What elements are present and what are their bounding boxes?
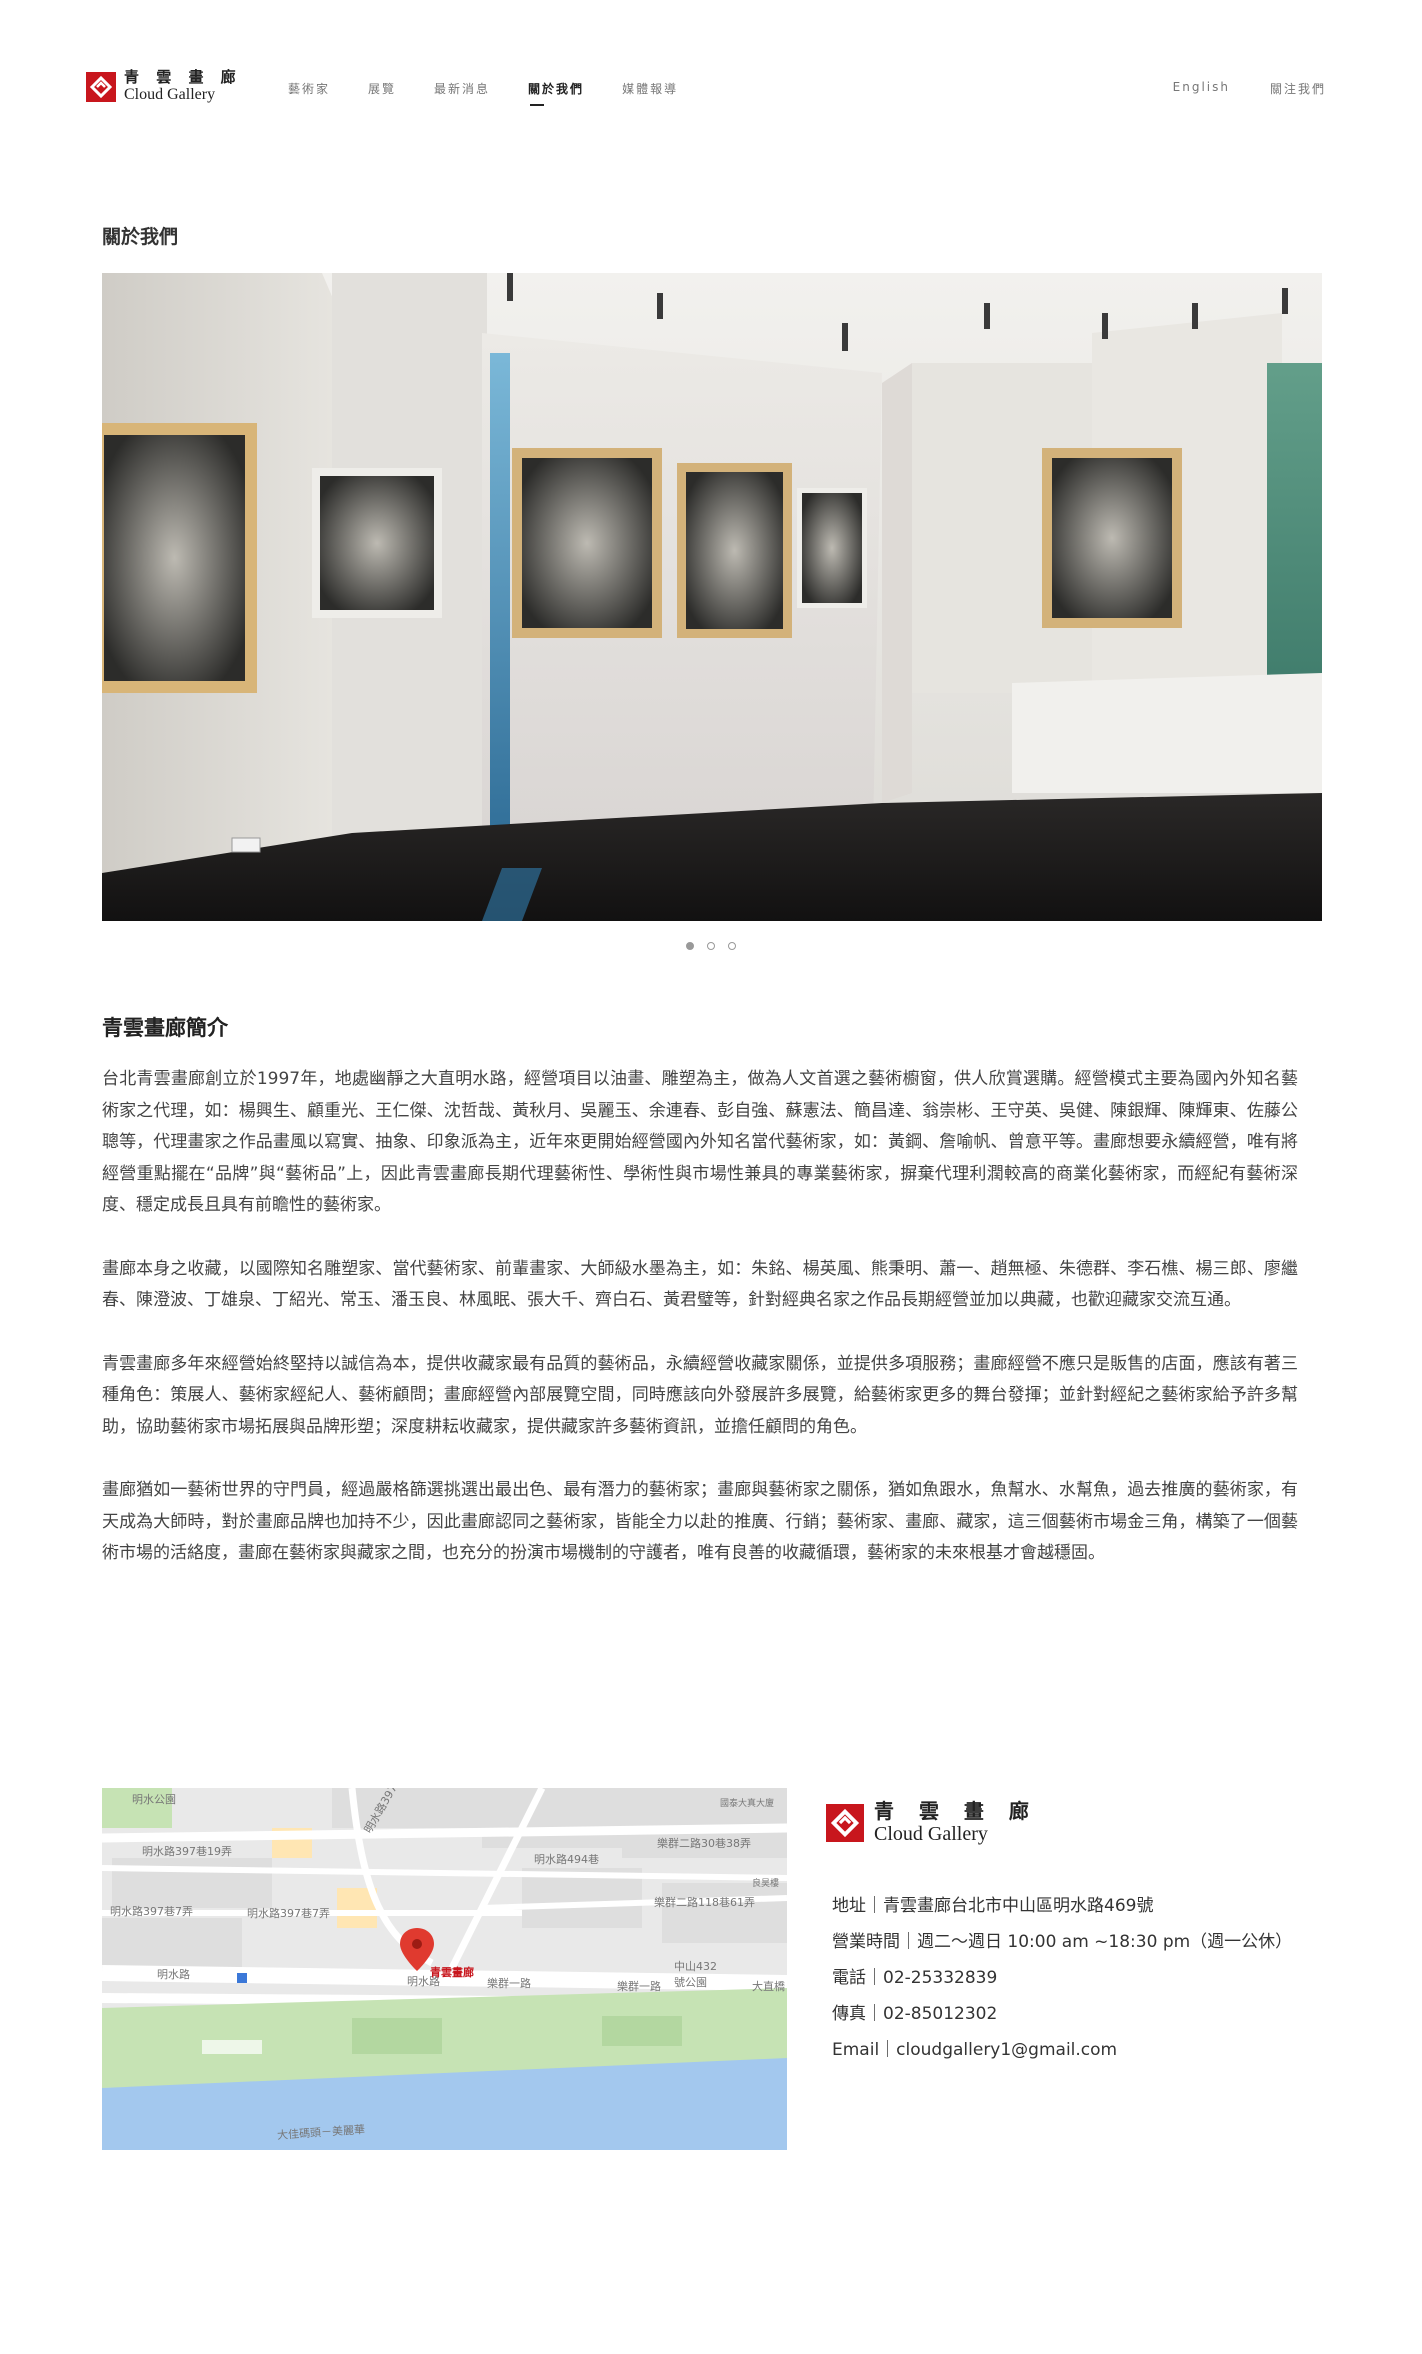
nav-about-us[interactable]: 關於我們 — [528, 80, 584, 106]
header-utility-links: English 關注我們 — [1133, 80, 1326, 97]
slide-dot-1[interactable] — [686, 942, 694, 950]
contact-logo-english: Cloud Gallery — [874, 1823, 988, 1845]
page-title: 關於我們 — [102, 226, 179, 248]
map-pin-label: 青雲畫廊 — [430, 1966, 474, 1979]
nav-news[interactable]: 最新消息 — [434, 80, 490, 97]
site-logo[interactable]: 青 雲 畫 廊 Cloud Gallery — [86, 70, 242, 103]
map-label-road: 樂群二路30巷38弄 — [657, 1837, 751, 1850]
gallery-interior-photo — [102, 273, 1322, 921]
logo-chinese-name: 青 雲 畫 廊 — [124, 68, 242, 86]
location-map[interactable]: 明水公園 明水路397巷19弄 明水路397巷7弄 明水路397巷7弄 明水路4… — [102, 1788, 787, 2150]
nav-exhibitions[interactable]: 展覽 — [368, 80, 396, 97]
map-label-road: 樂群一路 — [617, 1980, 661, 1993]
contact-logo-chinese: 青 雲 畫 廊 — [874, 1799, 1038, 1823]
contact-hours: 營業時間｜週二～週日 10:00 am ~18:30 pm（週一公休） — [832, 1932, 1293, 1952]
map-label-road: 樂群二路118巷61弄 — [654, 1896, 755, 1909]
map-label-road: 樂群一路 — [487, 1977, 531, 1990]
intro-paragraph-4: 畫廊猶如一藝術世界的守門員，經過嚴格篩選挑選出最出色、最有潛力的藝術家；畫廊與藝… — [102, 1480, 1298, 1563]
main-nav: 藝術家 展覽 最新消息 關於我們 媒體報導 — [288, 80, 716, 106]
map-label-park: 中山432號公園 — [674, 1960, 717, 1989]
map-label-road: 明水路494巷 — [534, 1853, 599, 1866]
map-label-road: 明水路397巷7弄 — [247, 1907, 330, 1920]
map-label-road: 明水路397巷7弄 — [110, 1905, 193, 1918]
intro-paragraph-3: 青雲畫廊多年來經營始終堅持以誠信為本，提供收藏家最有品質的藝術品，永續經營收藏家… — [102, 1353, 1298, 1437]
intro-paragraph-2: 畫廊本身之收藏，以國際知名雕塑家、當代藝術家、前輩畫家、大師級水墨為主，如：朱銘… — [102, 1258, 1298, 1311]
slide-dot-2[interactable] — [707, 942, 715, 950]
map-label-bridge: 大直橋 — [752, 1980, 785, 1993]
slide-dot-3[interactable] — [728, 942, 736, 950]
contact-info: 地址｜青雲畫廊台北市中山區明水路469號 營業時間｜週二～週日 10:00 am… — [832, 1888, 1292, 2068]
language-switch-english[interactable]: English — [1173, 80, 1230, 97]
gallery-slideshow[interactable] — [102, 273, 1322, 921]
map-label-park: 明水公園 — [132, 1793, 176, 1806]
intro-title: 青雲畫廊簡介 — [102, 1016, 228, 1040]
cloud-gallery-logo-icon — [826, 1803, 864, 1842]
nav-artists[interactable]: 藝術家 — [288, 80, 330, 97]
slideshow-pagination — [686, 942, 749, 950]
contact-fax: 傳真｜02-85012302 — [832, 2004, 998, 2024]
nav-media[interactable]: 媒體報導 — [622, 80, 678, 97]
map-label-road: 明水路397巷19弄 — [142, 1845, 232, 1858]
map-label-building: 國泰大真大廈 — [720, 1799, 775, 1809]
logo-english-name: Cloud Gallery — [124, 86, 216, 103]
map-label-building: 良昊樓 — [752, 1879, 780, 1889]
cloud-gallery-logo-icon — [86, 71, 116, 102]
contact-phone[interactable]: 電話｜02-25332839 — [832, 1960, 1292, 1996]
contact-logo: 青 雲 畫 廊 Cloud Gallery — [826, 1801, 1038, 1844]
site-header: 青 雲 畫 廊 Cloud Gallery 藝術家 展覽 最新消息 關於我們 媒… — [0, 0, 1422, 130]
intro-paragraph-1: 台北青雲畫廊創立於1997年，地處幽靜之大直明水路，經營項目以油畫、雕塑為主，做… — [102, 1069, 1298, 1215]
follow-us-link[interactable]: 關注我們 — [1270, 80, 1326, 97]
contact-email[interactable]: Email｜cloudgallery1@gmail.com — [832, 2032, 1292, 2068]
intro-body: 台北青雲畫廊創立於1997年，地處幽靜之大直明水路，經營項目以油畫、雕塑為主，做… — [102, 1064, 1298, 1602]
contact-address: 地址｜青雲畫廊台北市中山區明水路469號 — [832, 1896, 1154, 1916]
map-label-road: 明水路 — [157, 1968, 190, 1981]
